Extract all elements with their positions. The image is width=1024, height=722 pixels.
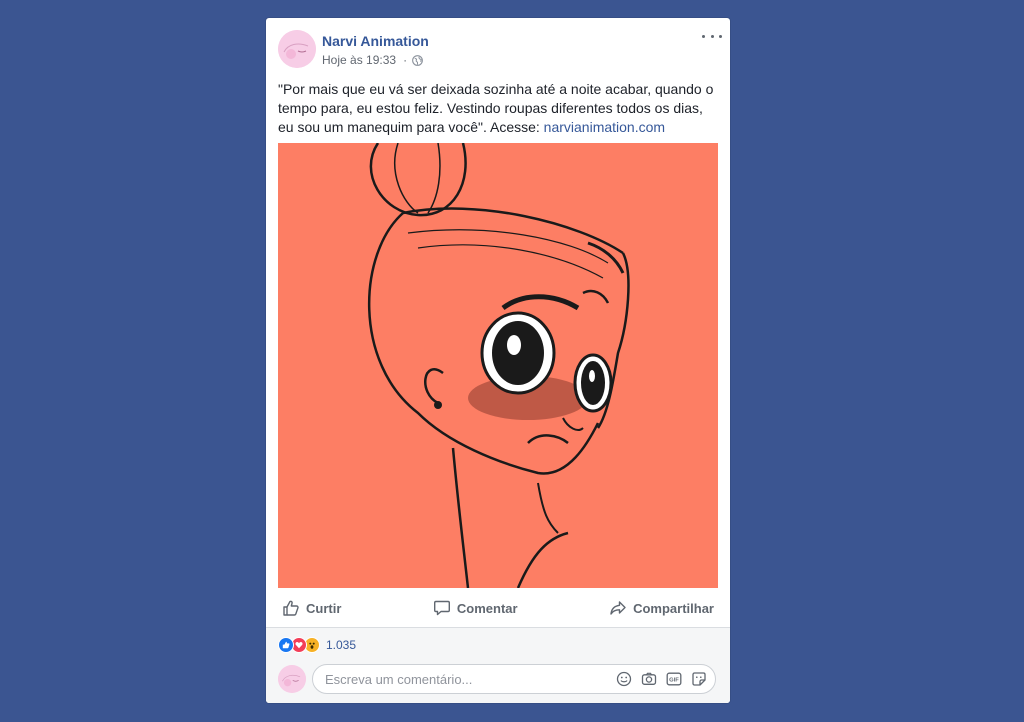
like-button[interactable]: Curtir (278, 599, 345, 617)
comment-tools: GIF (616, 671, 707, 687)
post-link[interactable]: narvianimation.com (544, 119, 665, 135)
comment-box[interactable]: GIF (312, 664, 716, 694)
girl-illustration (278, 143, 718, 588)
post-footer: 1.035 GIF (266, 627, 730, 703)
svg-text:GIF: GIF (669, 678, 679, 684)
camera-icon[interactable] (641, 671, 657, 687)
dot-icon (719, 34, 722, 38)
share-button-label: Compartilhar (633, 600, 714, 616)
emoji-icon[interactable] (616, 671, 632, 687)
like-reaction-icon (278, 637, 294, 653)
page-name-link[interactable]: Narvi Animation (322, 33, 429, 49)
user-avatar[interactable] (278, 665, 306, 693)
thumbs-up-icon (282, 599, 300, 617)
speech-bubble-icon (433, 599, 451, 617)
more-options-button[interactable] (702, 30, 722, 42)
sticker-icon[interactable] (691, 671, 707, 687)
post-card: Narvi Animation Hoje às 19:33 · "Por mai… (266, 18, 730, 703)
dot-icon (702, 34, 705, 38)
post-header: Narvi Animation Hoje às 19:33 · (278, 30, 718, 70)
page-avatar[interactable] (278, 30, 316, 68)
globe-icon (412, 54, 423, 66)
comment-button[interactable]: Comentar (429, 599, 522, 617)
reactions-summary[interactable]: 1.035 (278, 637, 356, 653)
comment-button-label: Comentar (456, 600, 518, 616)
comment-input[interactable] (325, 671, 595, 687)
post-text: "Por mais que eu vá ser deixada sozinha … (278, 80, 718, 137)
action-bar: Curtir Comentar Compartilhar (278, 592, 718, 624)
post-image[interactable] (278, 143, 718, 588)
share-button[interactable]: Compartilhar (605, 599, 718, 617)
reaction-count[interactable]: 1.035 (326, 638, 356, 652)
share-arrow-icon (609, 599, 627, 617)
meta-separator: · (403, 53, 408, 67)
like-button-label: Curtir (306, 600, 342, 616)
gif-icon[interactable]: GIF (666, 671, 682, 687)
post-timestamp[interactable]: Hoje às 19:33 (322, 53, 396, 67)
dot-icon (710, 34, 714, 38)
post-meta: Hoje às 19:33 · (322, 53, 423, 67)
